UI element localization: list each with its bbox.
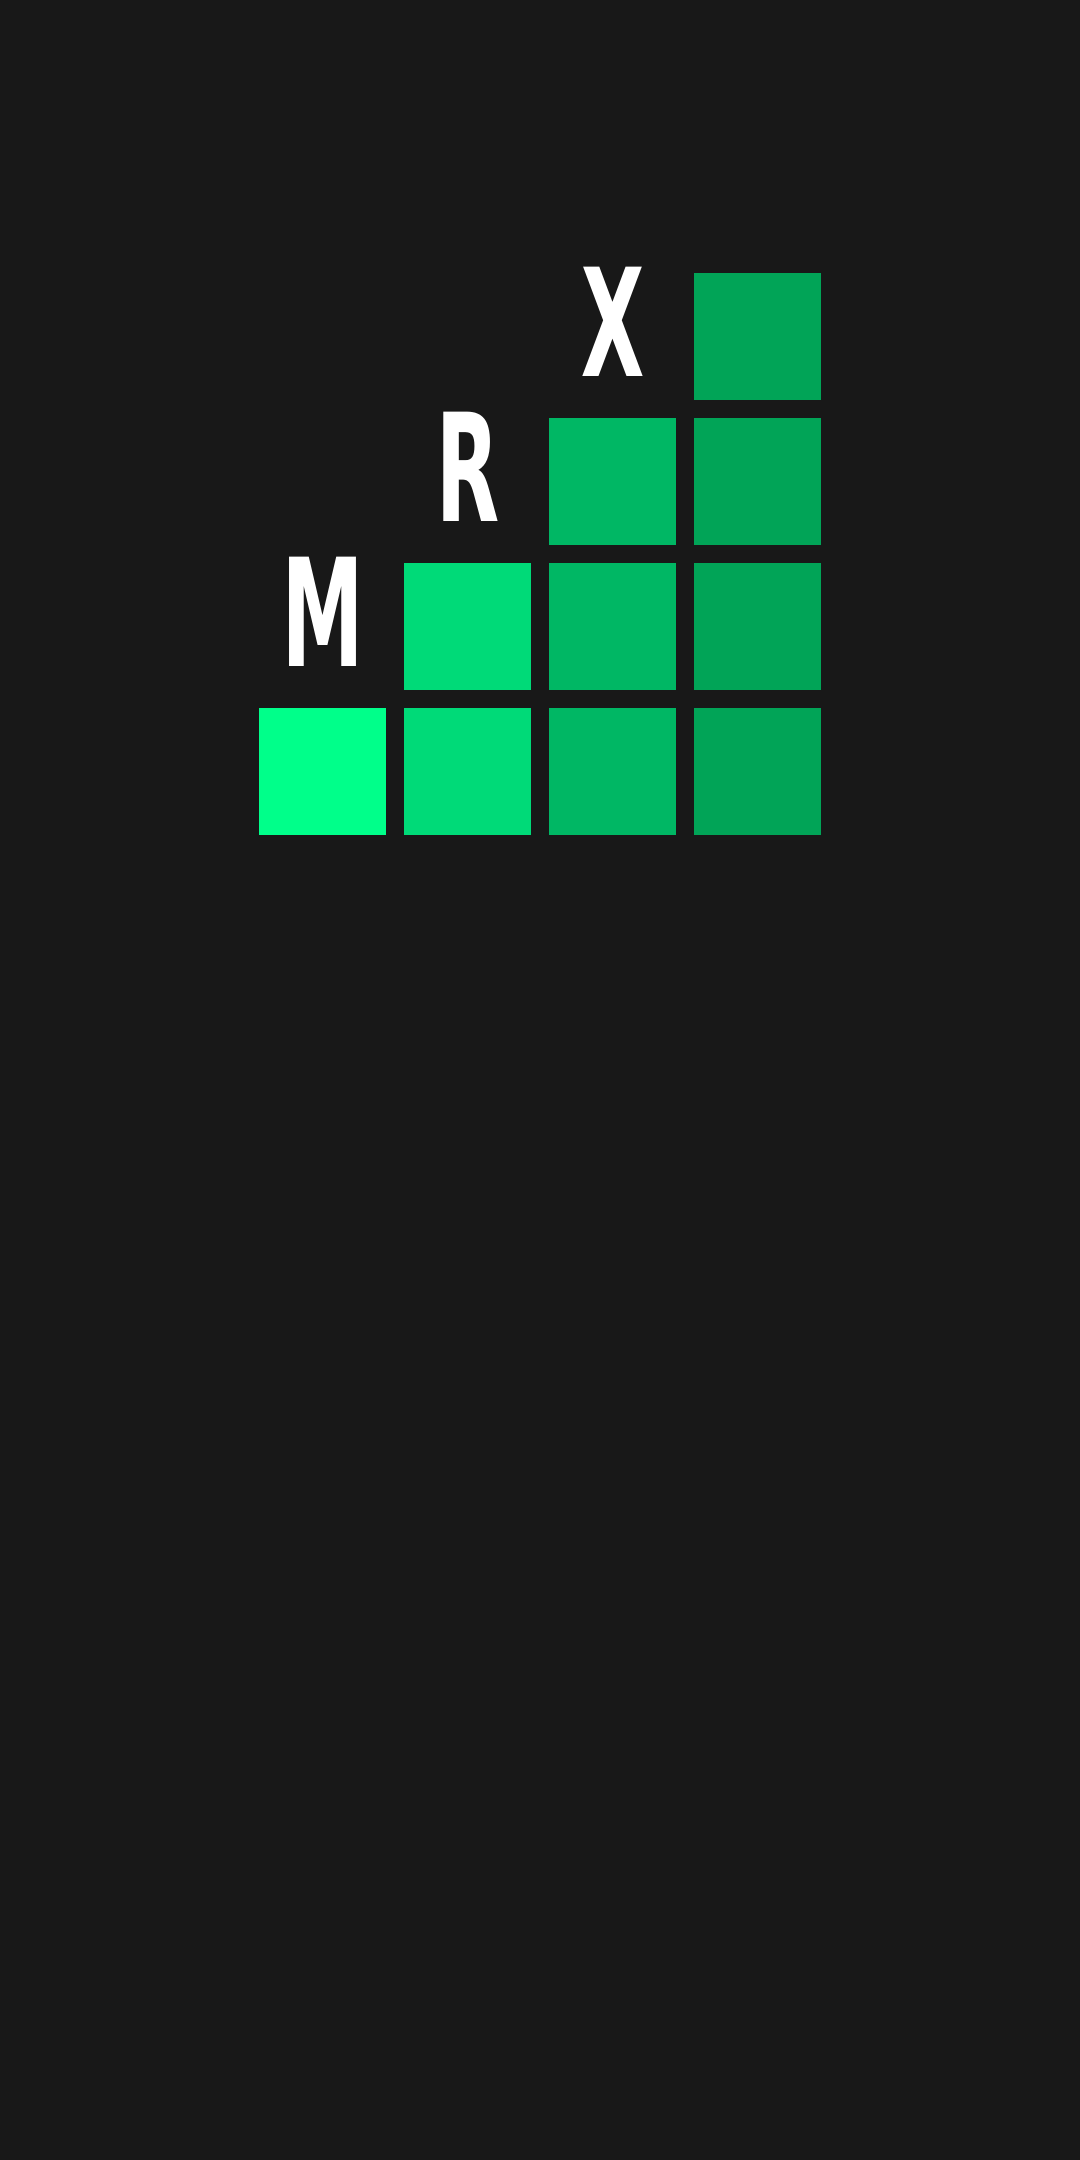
logo-letter-m: M <box>281 528 364 702</box>
logo-tile <box>694 273 821 400</box>
logo-letter-x: X <box>580 238 645 412</box>
logo-tile <box>549 563 676 690</box>
logo-tile <box>694 708 821 835</box>
logo-tile <box>549 708 676 835</box>
logo-letter-r: R <box>435 383 500 557</box>
logo-tile <box>259 708 386 835</box>
logo-tile <box>404 563 531 690</box>
mrx-logo: M R X <box>0 0 1080 900</box>
logo-tile <box>694 563 821 690</box>
logo-tile <box>549 418 676 545</box>
logo-tile <box>404 708 531 835</box>
logo-tile <box>694 418 821 545</box>
splash-screen: M R X <box>0 0 1080 2160</box>
